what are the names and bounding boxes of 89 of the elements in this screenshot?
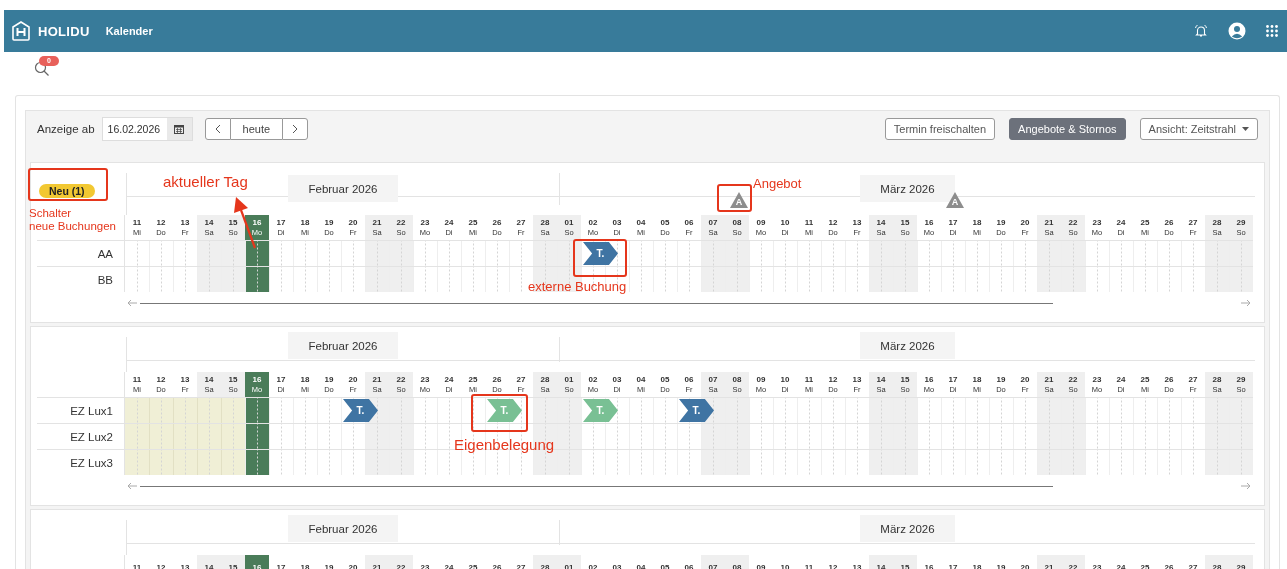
day-header: 28 bbox=[533, 555, 557, 569]
month-label: Februar 2026 bbox=[288, 175, 398, 202]
day-header: 17 bbox=[275, 561, 287, 569]
timeline-row[interactable]: T. bbox=[124, 240, 1253, 266]
day-header: 22 bbox=[1061, 555, 1085, 569]
day-header: 10 bbox=[779, 561, 791, 569]
scroll-left-icon[interactable] bbox=[127, 299, 138, 307]
chevron-left-icon[interactable] bbox=[214, 124, 221, 134]
day-header: 29 bbox=[1229, 555, 1253, 569]
day-header: 23 bbox=[419, 561, 431, 569]
day-header: 20 bbox=[347, 561, 359, 569]
date-field[interactable]: 16.02.2026 bbox=[101, 117, 193, 141]
toolbar-button[interactable]: Angebote & Stornos bbox=[1009, 118, 1126, 140]
timeline-row[interactable] bbox=[124, 266, 1253, 292]
month-label: Februar 2026 bbox=[288, 332, 398, 359]
day-header: 13 bbox=[851, 561, 863, 569]
day-header: 25 bbox=[467, 561, 479, 569]
day-header: 16 bbox=[923, 561, 935, 569]
month-label: Februar 2026 bbox=[288, 515, 398, 542]
annotation-text: Angebot bbox=[753, 177, 802, 192]
scrollbar[interactable] bbox=[140, 485, 1053, 487]
day-header: 21 bbox=[1037, 555, 1061, 569]
day-header: 28 bbox=[1205, 555, 1229, 569]
day-header: 25 bbox=[1139, 561, 1151, 569]
highlight-frame bbox=[717, 184, 752, 212]
day-header: 24 bbox=[443, 561, 455, 569]
day-header: 24 bbox=[1115, 561, 1127, 569]
day-header: 08 bbox=[725, 555, 749, 569]
day-header: 06 bbox=[683, 561, 695, 569]
chevron-right-icon[interactable] bbox=[292, 124, 299, 134]
view-dropdown[interactable]: Ansicht: Zeitstrahl bbox=[1139, 118, 1258, 140]
day-header: 19 bbox=[323, 561, 335, 569]
house-logo-icon bbox=[10, 20, 32, 42]
annotation-text: Eigenbelegung bbox=[454, 436, 555, 454]
caret-icon[interactable] bbox=[1242, 127, 1249, 131]
annotation-text: Schalter neue Buchungen bbox=[29, 207, 116, 234]
day-header: 07 bbox=[701, 555, 725, 569]
day-header: 22 bbox=[389, 555, 413, 569]
timeline-row[interactable]: T. T. T. T. bbox=[124, 397, 1253, 423]
day-header: 26 bbox=[1163, 561, 1175, 569]
day-header: 04 bbox=[635, 561, 647, 569]
scroll-right-icon[interactable] bbox=[1240, 299, 1251, 307]
day-header: 05 bbox=[659, 561, 671, 569]
today-button[interactable]: heute bbox=[230, 118, 283, 140]
day-header: 18 bbox=[971, 561, 983, 569]
month-label: März 2026 bbox=[860, 515, 955, 542]
day-header: 11 bbox=[803, 561, 815, 569]
unit-name: BB bbox=[37, 266, 125, 292]
day-header: 26 bbox=[491, 561, 503, 569]
user-avatar-icon[interactable] bbox=[1228, 22, 1246, 40]
apps-grid-icon[interactable] bbox=[1266, 25, 1278, 37]
scroll-left-icon[interactable] bbox=[127, 482, 138, 490]
day-header: 13 bbox=[179, 561, 191, 569]
annotation-text: externe Buchung bbox=[528, 280, 627, 295]
highlight-frame bbox=[471, 394, 528, 432]
day-header: 11 bbox=[131, 561, 143, 569]
highlight-frame bbox=[573, 239, 627, 277]
brand-name[interactable]: HOLIDU bbox=[38, 23, 90, 39]
scroll-right-icon[interactable] bbox=[1240, 482, 1251, 490]
month-label: März 2026 bbox=[860, 332, 955, 359]
new-bookings-toggle[interactable]: Neu (1) bbox=[39, 184, 95, 198]
day-header: 14 bbox=[869, 555, 893, 569]
day-header: 15 bbox=[893, 555, 917, 569]
day-header: 16 bbox=[245, 555, 269, 569]
day-header: 12 bbox=[827, 561, 839, 569]
day-header: 01 bbox=[557, 555, 581, 569]
day-header: 17 bbox=[947, 561, 959, 569]
day-header: 12 bbox=[155, 561, 167, 569]
day-header: 23 bbox=[1091, 561, 1103, 569]
day-header: 03 bbox=[611, 561, 623, 569]
annotation-text: aktueller Tag bbox=[163, 173, 248, 191]
toolbar-button[interactable]: Termin freischalten bbox=[884, 118, 996, 140]
page-title: Kalender bbox=[105, 25, 153, 37]
day-header: 14 bbox=[197, 555, 221, 569]
bell-icon[interactable] bbox=[1194, 24, 1208, 38]
day-header: 15 bbox=[221, 555, 245, 569]
booking-bar[interactable]: T. bbox=[583, 242, 618, 265]
day-header: 21 bbox=[365, 555, 389, 569]
calendar-icon[interactable] bbox=[174, 124, 185, 134]
day-header: 18 bbox=[299, 561, 311, 569]
day-header: 20 bbox=[1019, 561, 1031, 569]
day-header: 09 bbox=[755, 561, 767, 569]
day-header: 19 bbox=[995, 561, 1007, 569]
day-header: 02 bbox=[587, 561, 599, 569]
day-header: 27 bbox=[515, 561, 527, 569]
unit-name: AA bbox=[37, 240, 125, 266]
scrollbar[interactable] bbox=[140, 302, 1053, 304]
day-header: 27 bbox=[1187, 561, 1199, 569]
date-label: Anzeige ab bbox=[37, 123, 95, 135]
